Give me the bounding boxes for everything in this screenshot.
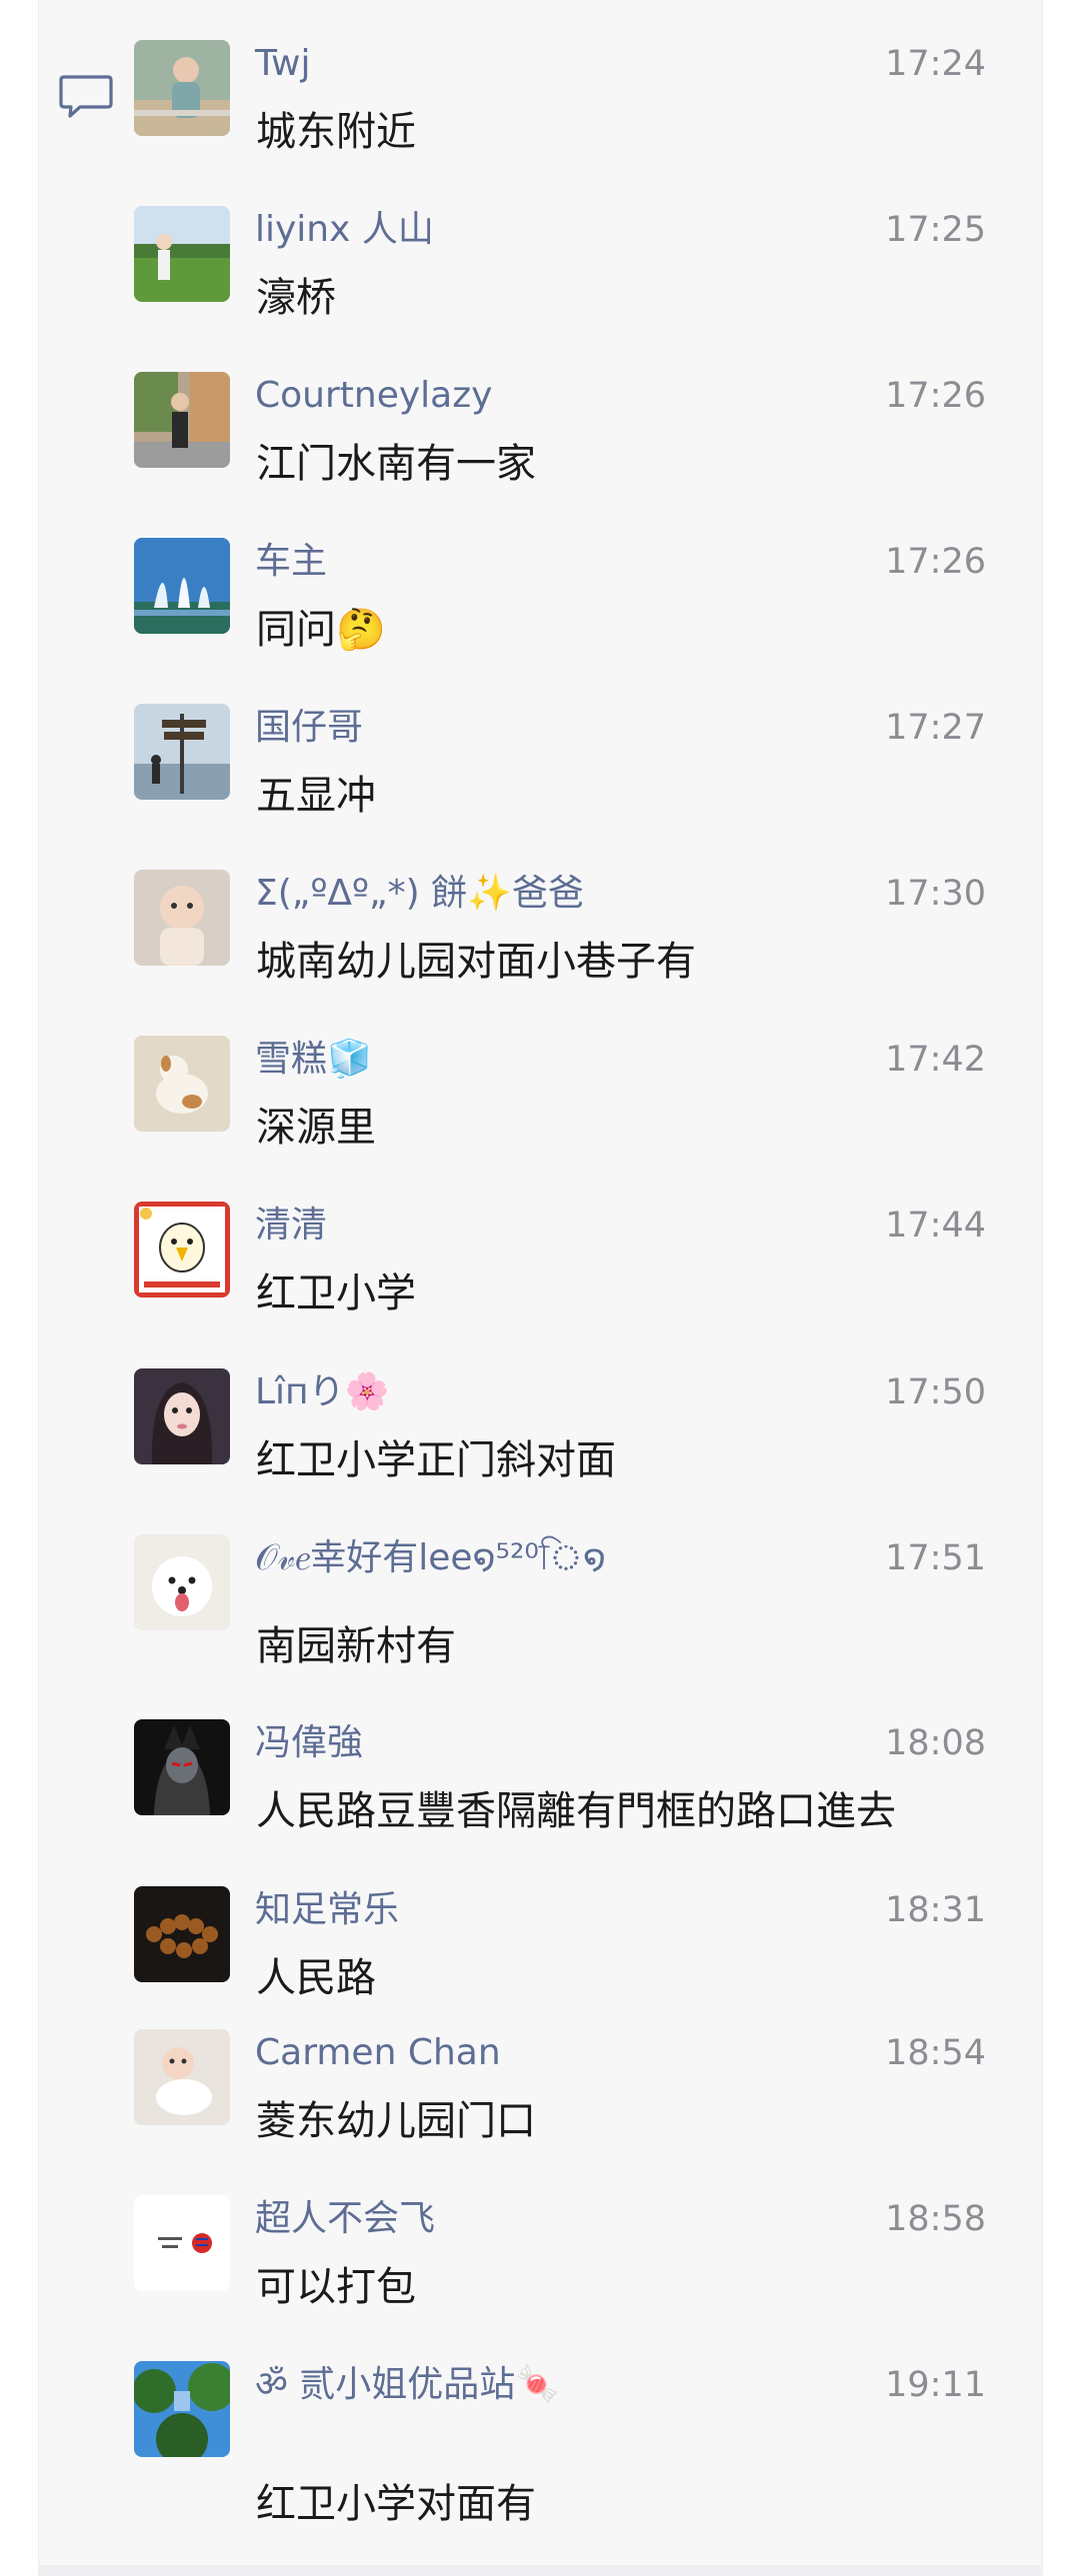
sender-name[interactable]: 雪糕🧊 [255, 1038, 372, 1082]
sender-name[interactable]: Carmen Chan [255, 2031, 501, 2075]
sender-name[interactable]: 𝒪𝓋𝑒幸好有lee໑⁵²⁰ি໑ [255, 1536, 606, 1580]
sender-name[interactable]: ॐ 贰小姐优品站🍬 [255, 2363, 560, 2407]
message-time: 17:44 [885, 1206, 986, 1246]
message-text: 红卫小学 [256, 1271, 416, 1316]
avatar[interactable] [134, 1534, 230, 1630]
sender-name[interactable]: 知足常乐 [255, 1888, 399, 1932]
comment-icon[interactable] [58, 72, 114, 122]
comment-list-page: Twj 17:24 城东附近 liyinx 人山 17:25 濠桥 Courtn… [0, 0, 1080, 2576]
message-time: 17:25 [885, 210, 986, 250]
avatar[interactable] [134, 1886, 230, 1982]
message-time: 18:31 [885, 1890, 986, 1930]
sender-name[interactable]: 国仔哥 [255, 706, 363, 750]
sender-name[interactable]: Lîпり🌸 [255, 1370, 389, 1414]
message-time: 17:30 [885, 874, 986, 914]
message-time: 19:11 [885, 2365, 986, 2405]
message-time: 17:42 [885, 1040, 986, 1080]
message-text: 城南幼儿园对面小巷子有 [256, 939, 696, 985]
sender-name[interactable]: 清清 [255, 1204, 327, 1248]
sender-name[interactable]: liyinx 人山 [255, 208, 434, 252]
avatar[interactable] [134, 538, 230, 634]
message-time: 17:51 [885, 1538, 986, 1578]
message-text: 南园新村有 [256, 1623, 456, 1669]
avatar[interactable] [134, 870, 230, 966]
avatar[interactable] [134, 1036, 230, 1132]
avatar[interactable] [134, 1202, 230, 1297]
list-bottom-edge [38, 2565, 1041, 2576]
message-time: 17:27 [885, 708, 986, 748]
message-time: 18:54 [885, 2033, 986, 2073]
message-time: 17:24 [885, 44, 986, 84]
avatar[interactable] [134, 1368, 230, 1464]
message-text: 菱东幼儿园门口 [256, 2098, 536, 2144]
message-time: 17:50 [885, 1372, 986, 1412]
message-text: 江门水南有一家 [256, 441, 536, 487]
message-text: 城东附近 [256, 109, 416, 155]
sender-name[interactable]: 冯偉強 [255, 1721, 363, 1765]
avatar[interactable] [134, 206, 230, 302]
message-text: 人民路豆豐香隔離有門框的路口進去 [256, 1788, 896, 1834]
message-time: 17:26 [885, 376, 986, 416]
message-text: 五显冲 [256, 773, 376, 819]
sender-name[interactable]: Σ(„ºΔº„*) 餅✨爸爸 [255, 872, 584, 916]
message-text: 红卫小学对面有 [256, 2481, 536, 2527]
sender-name[interactable]: 车主 [255, 540, 327, 584]
message-text: 同问🤔 [256, 607, 386, 653]
message-text: 可以打包 [256, 2264, 416, 2310]
avatar[interactable] [134, 704, 230, 800]
message-text: 人民路 [256, 1955, 376, 2001]
avatar[interactable] [134, 1719, 230, 1815]
avatar[interactable] [134, 2029, 230, 2125]
message-text: 濠桥 [256, 275, 336, 321]
avatar[interactable] [134, 2195, 230, 2291]
message-time: 18:58 [885, 2199, 986, 2239]
sender-name[interactable]: 超人不会飞 [255, 2197, 435, 2241]
message-text: 深源里 [256, 1105, 376, 1151]
avatar[interactable] [134, 372, 230, 468]
sender-name[interactable]: Courtneylazy [255, 374, 492, 418]
message-time: 17:26 [885, 542, 986, 582]
sender-name[interactable]: Twj [255, 42, 310, 86]
message-time: 18:08 [885, 1723, 986, 1763]
message-text: 红卫小学正门斜对面 [256, 1437, 616, 1483]
avatar[interactable] [134, 40, 230, 136]
avatar[interactable] [134, 2361, 230, 2457]
